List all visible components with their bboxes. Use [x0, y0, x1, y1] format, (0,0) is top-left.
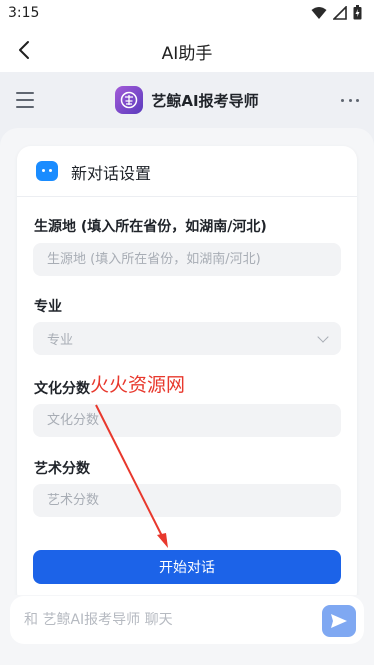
- origin-label: 生源地 (填入所在省份，如湖南/河北): [34, 219, 267, 235]
- major-label: 专业: [34, 299, 62, 315]
- more-dot-icon: [341, 98, 344, 102]
- start-chat-button[interactable]: 开始对话: [33, 550, 341, 584]
- card-title: 新对话设置: [71, 164, 152, 183]
- status-bar: 3:15: [0, 0, 374, 28]
- more-dot-icon: [348, 98, 352, 102]
- origin-input[interactable]: [33, 243, 341, 276]
- app-bar: AI助手: [0, 28, 374, 72]
- chat-input[interactable]: [10, 596, 364, 644]
- bot-title: 艺鲸AI报考导师: [0, 86, 374, 114]
- battery-icon: [353, 5, 362, 20]
- send-icon: [331, 614, 347, 628]
- chat-header: 艺鲸AI报考导师: [0, 72, 374, 128]
- bot-logo-icon: [115, 86, 144, 114]
- bot-name: 艺鲸AI报考导师: [151, 91, 259, 110]
- app-title: AI助手: [161, 44, 213, 64]
- send-button[interactable]: [322, 605, 356, 637]
- divider: [17, 196, 357, 197]
- status-icons: [311, 5, 362, 20]
- chat-content: 新对话设置 生源地 (填入所在省份，如湖南/河北) 专业 专业 文化分数 艺术分…: [0, 128, 374, 606]
- art-score-input[interactable]: [33, 484, 341, 517]
- chat-input-bar: [0, 595, 374, 665]
- major-select[interactable]: 专业: [33, 322, 341, 355]
- new-chat-settings-card: 新对话设置 生源地 (填入所在省份，如湖南/河北) 专业 专业 文化分数 艺术分…: [17, 146, 357, 606]
- chevron-down-icon: [317, 330, 329, 343]
- status-time: 3:15: [8, 5, 40, 21]
- culture-score-input[interactable]: [33, 404, 341, 437]
- major-select-placeholder: 专业: [47, 333, 74, 348]
- signal-icon: [333, 5, 347, 20]
- culture-score-label: 文化分数: [34, 381, 90, 397]
- wifi-icon: [311, 6, 327, 19]
- more-options-button[interactable]: [338, 89, 362, 111]
- art-score-label: 艺术分数: [34, 461, 90, 477]
- watermark-text: 火火资源网: [90, 374, 186, 396]
- robot-icon: [36, 161, 58, 181]
- card-header: 新对话设置: [17, 146, 357, 196]
- more-dot-icon: [356, 98, 359, 102]
